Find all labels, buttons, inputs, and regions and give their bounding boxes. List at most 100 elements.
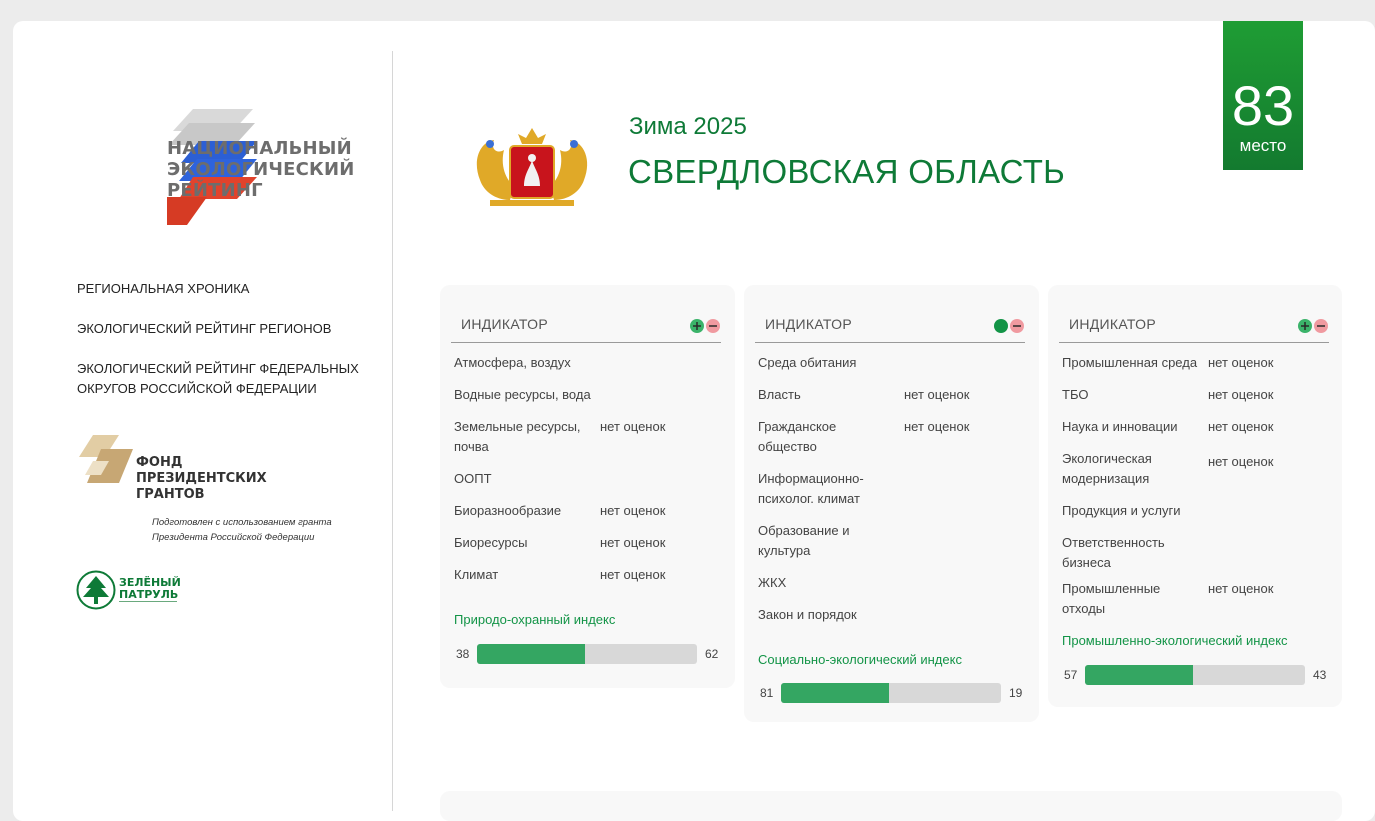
nav-item-label: ОКРУГОВ РОССИЙСКОЙ ФЕДЕРАЦИИ — [77, 381, 317, 396]
next-section-panel — [440, 791, 1342, 821]
indicator-row: Гражданское общество нет оценок — [758, 417, 1028, 457]
nav-item-federal-districts-rating[interactable]: ЭКОЛОГИЧЕСКИЙ РЕЙТИНГ ФЕДЕРАЛЬНЫХ ОКРУГО… — [77, 359, 377, 399]
rank-label: место — [1239, 136, 1287, 155]
logo-line: ЭКОЛОГИЧЕСКИЙ — [167, 159, 355, 180]
index-right-value: 43 — [1313, 668, 1327, 682]
indicator-name: Экологическая модернизация — [1062, 451, 1152, 486]
index-label: Природо-охранный индекс — [454, 612, 616, 627]
nav-item-label: ЭКОЛОГИЧЕСКИЙ РЕЙТИНГ РЕГИОНОВ — [77, 321, 332, 336]
logo-line: НАЦИОНАЛЬНЫЙ — [167, 138, 352, 159]
tree-icon[interactable] — [76, 570, 116, 610]
indicator-row: Продукция и услуги — [1062, 501, 1332, 521]
indicator-value: нет оценок — [904, 419, 970, 434]
indicator-name: Промышленная среда — [1062, 355, 1198, 370]
nav-item-label: РЕГИОНАЛЬНАЯ ХРОНИКА — [77, 281, 250, 296]
selected-toggle-icon[interactable] — [994, 319, 1008, 333]
indicator-name: Закон и порядок — [758, 607, 857, 622]
sidebar: НАЦИОНАЛЬНЫЙ ЭКОЛОГИЧЕСКИЙ РЕЙТИНГ РЕГИО… — [13, 21, 393, 821]
indicator-name: Биоразнообразие — [454, 503, 562, 518]
indicator-row: Промышленная среда нет оценок — [1062, 353, 1332, 373]
indicator-name: Продукция и услуги — [1062, 503, 1181, 518]
sidebar-divider — [392, 51, 393, 811]
grant-note-line: Президента Российской Федерации — [152, 532, 315, 543]
indicator-value: нет оценок — [1208, 454, 1274, 469]
panel-header: ИНДИКАТОР — [755, 307, 1025, 343]
indicator-list: Атмосфера, воздух Водные ресурсы, вода З… — [454, 353, 724, 597]
indicator-value: нет оценок — [600, 567, 666, 582]
panel-header: ИНДИКАТОР — [1059, 307, 1329, 343]
patrol-tagline-rule — [119, 601, 177, 602]
indicator-name: Земельные ресурсы, почва — [454, 419, 581, 454]
logo-line: РЕЙТИНГ — [167, 180, 263, 201]
indicator-name: Водные ресурсы, вода — [454, 387, 591, 402]
minus-toggle-icon[interactable] — [706, 319, 720, 333]
patrol-line: ПАТРУЛЬ — [119, 588, 179, 601]
indicator-row: Власть нет оценок — [758, 385, 1028, 405]
indicator-list: Промышленная среда нет оценок ТБО нет оцен… — [1062, 353, 1332, 631]
coat-of-arms-icon — [476, 128, 588, 206]
indicator-value: нет оценок — [1208, 355, 1274, 370]
indicator-row: ЖКХ — [758, 573, 1028, 593]
minus-toggle-icon[interactable] — [1314, 319, 1328, 333]
minus-toggle-icon[interactable] — [1010, 319, 1024, 333]
indicator-row: Атмосфера, воздух — [454, 353, 724, 373]
indicator-row: Экологическая модернизация нет оценок — [1062, 449, 1332, 489]
indicator-row: Среда обитания — [758, 353, 1028, 373]
nav-item-regional-chronicle[interactable]: РЕГИОНАЛЬНАЯ ХРОНИКА — [77, 279, 377, 299]
fund-line: ФОНД — [136, 455, 183, 470]
indicator-value: нет оценок — [600, 535, 666, 550]
index-label: Промышленно-экологический индекс — [1062, 633, 1288, 648]
index-bar-fill — [1085, 665, 1193, 685]
indicator-value: нет оценок — [904, 387, 970, 402]
plus-toggle-icon[interactable] — [1298, 319, 1312, 333]
indicator-name: Среда обитания — [758, 355, 857, 370]
indicator-value: нет оценок — [600, 419, 666, 434]
plus-toggle-icon[interactable] — [690, 319, 704, 333]
index-label: Социально-экологический индекс — [758, 652, 962, 667]
indicator-name: Власть — [758, 387, 801, 402]
indicator-row: Закон и порядок — [758, 605, 1028, 625]
indicator-name: Биоресурсы — [454, 535, 528, 550]
indicator-row: Биоразнообразие нет оценок — [454, 501, 724, 521]
fund-line: ПРЕЗИДЕНТСКИХ — [136, 471, 267, 486]
index-bar — [477, 644, 697, 664]
index-left-value: 81 — [760, 686, 774, 700]
panel-header: ИНДИКАТОР — [451, 307, 721, 343]
rank-number: 83 — [1231, 74, 1295, 137]
index-left-value: 57 — [1064, 668, 1078, 682]
indicator-panel-industrial: ИНДИКАТОР Промышленная среда нет оценок Т… — [1048, 285, 1342, 707]
panel-header-title: ИНДИКАТОР — [461, 316, 548, 332]
indicator-panel-social: ИНДИКАТОР Среда обитания Власть нет оцено… — [744, 285, 1039, 722]
index-bar-fill — [781, 683, 889, 703]
grant-note: Подготовлен с использованием гранта През… — [152, 515, 332, 545]
indicator-value: нет оценок — [1208, 387, 1274, 402]
indicator-value: нет оценок — [600, 503, 666, 518]
indicator-row: Информационно-психолог. климат — [758, 469, 1028, 509]
presidential-grants-fund-logo[interactable] — [79, 435, 135, 485]
indicator-row: Биоресурсы нет оценок — [454, 533, 724, 553]
indicator-name: ЖКХ — [758, 575, 787, 590]
logo-wordmark: НАЦИОНАЛЬНЫЙ ЭКОЛОГИЧЕСКИЙ РЕЙТИНГ — [167, 138, 367, 201]
indicator-row: Земельные ресурсы, почва нет оценок — [454, 417, 724, 457]
nav-item-label: ЭКОЛОГИЧЕСКИЙ РЕЙТИНГ ФЕДЕРАЛЬНЫХ — [77, 361, 359, 376]
panel-header-title: ИНДИКАТОР — [1069, 316, 1156, 332]
grant-note-line: Подготовлен с использованием гранта — [152, 517, 332, 528]
indicator-name: Атмосфера, воздух — [454, 355, 571, 370]
indicator-name: Образование и культура — [758, 523, 850, 558]
nav-item-regions-rating[interactable]: ЭКОЛОГИЧЕСКИЙ РЕЙТИНГ РЕГИОНОВ — [77, 319, 377, 339]
season-label: Зима 2025 — [629, 113, 747, 140]
index-bar — [781, 683, 1001, 703]
indicator-panel-nature: ИНДИКАТОР Атмосфера, воздух Водные ресур… — [440, 285, 735, 688]
indicator-row: Образование и культура — [758, 521, 1028, 561]
index-right-value: 19 — [1009, 686, 1023, 700]
indicator-row: ООПТ — [454, 469, 724, 489]
fund-wordmark: ФОНД ПРЕЗИДЕНТСКИХ ГРАНТОВ — [136, 455, 267, 503]
rank-badge: 83 место — [1223, 21, 1303, 170]
indicator-name: Гражданское общество — [758, 419, 837, 454]
index-bar-fill — [477, 644, 585, 664]
indicator-list: Среда обитания Власть нет оценок Гражданс… — [758, 353, 1028, 637]
panel-header-title: ИНДИКАТОР — [765, 316, 852, 332]
index-bar — [1085, 665, 1305, 685]
fund-line: ГРАНТОВ — [136, 487, 205, 502]
patrol-wordmark: ЗЕЛЁНЫЙ ПАТРУЛЬ — [119, 577, 181, 601]
